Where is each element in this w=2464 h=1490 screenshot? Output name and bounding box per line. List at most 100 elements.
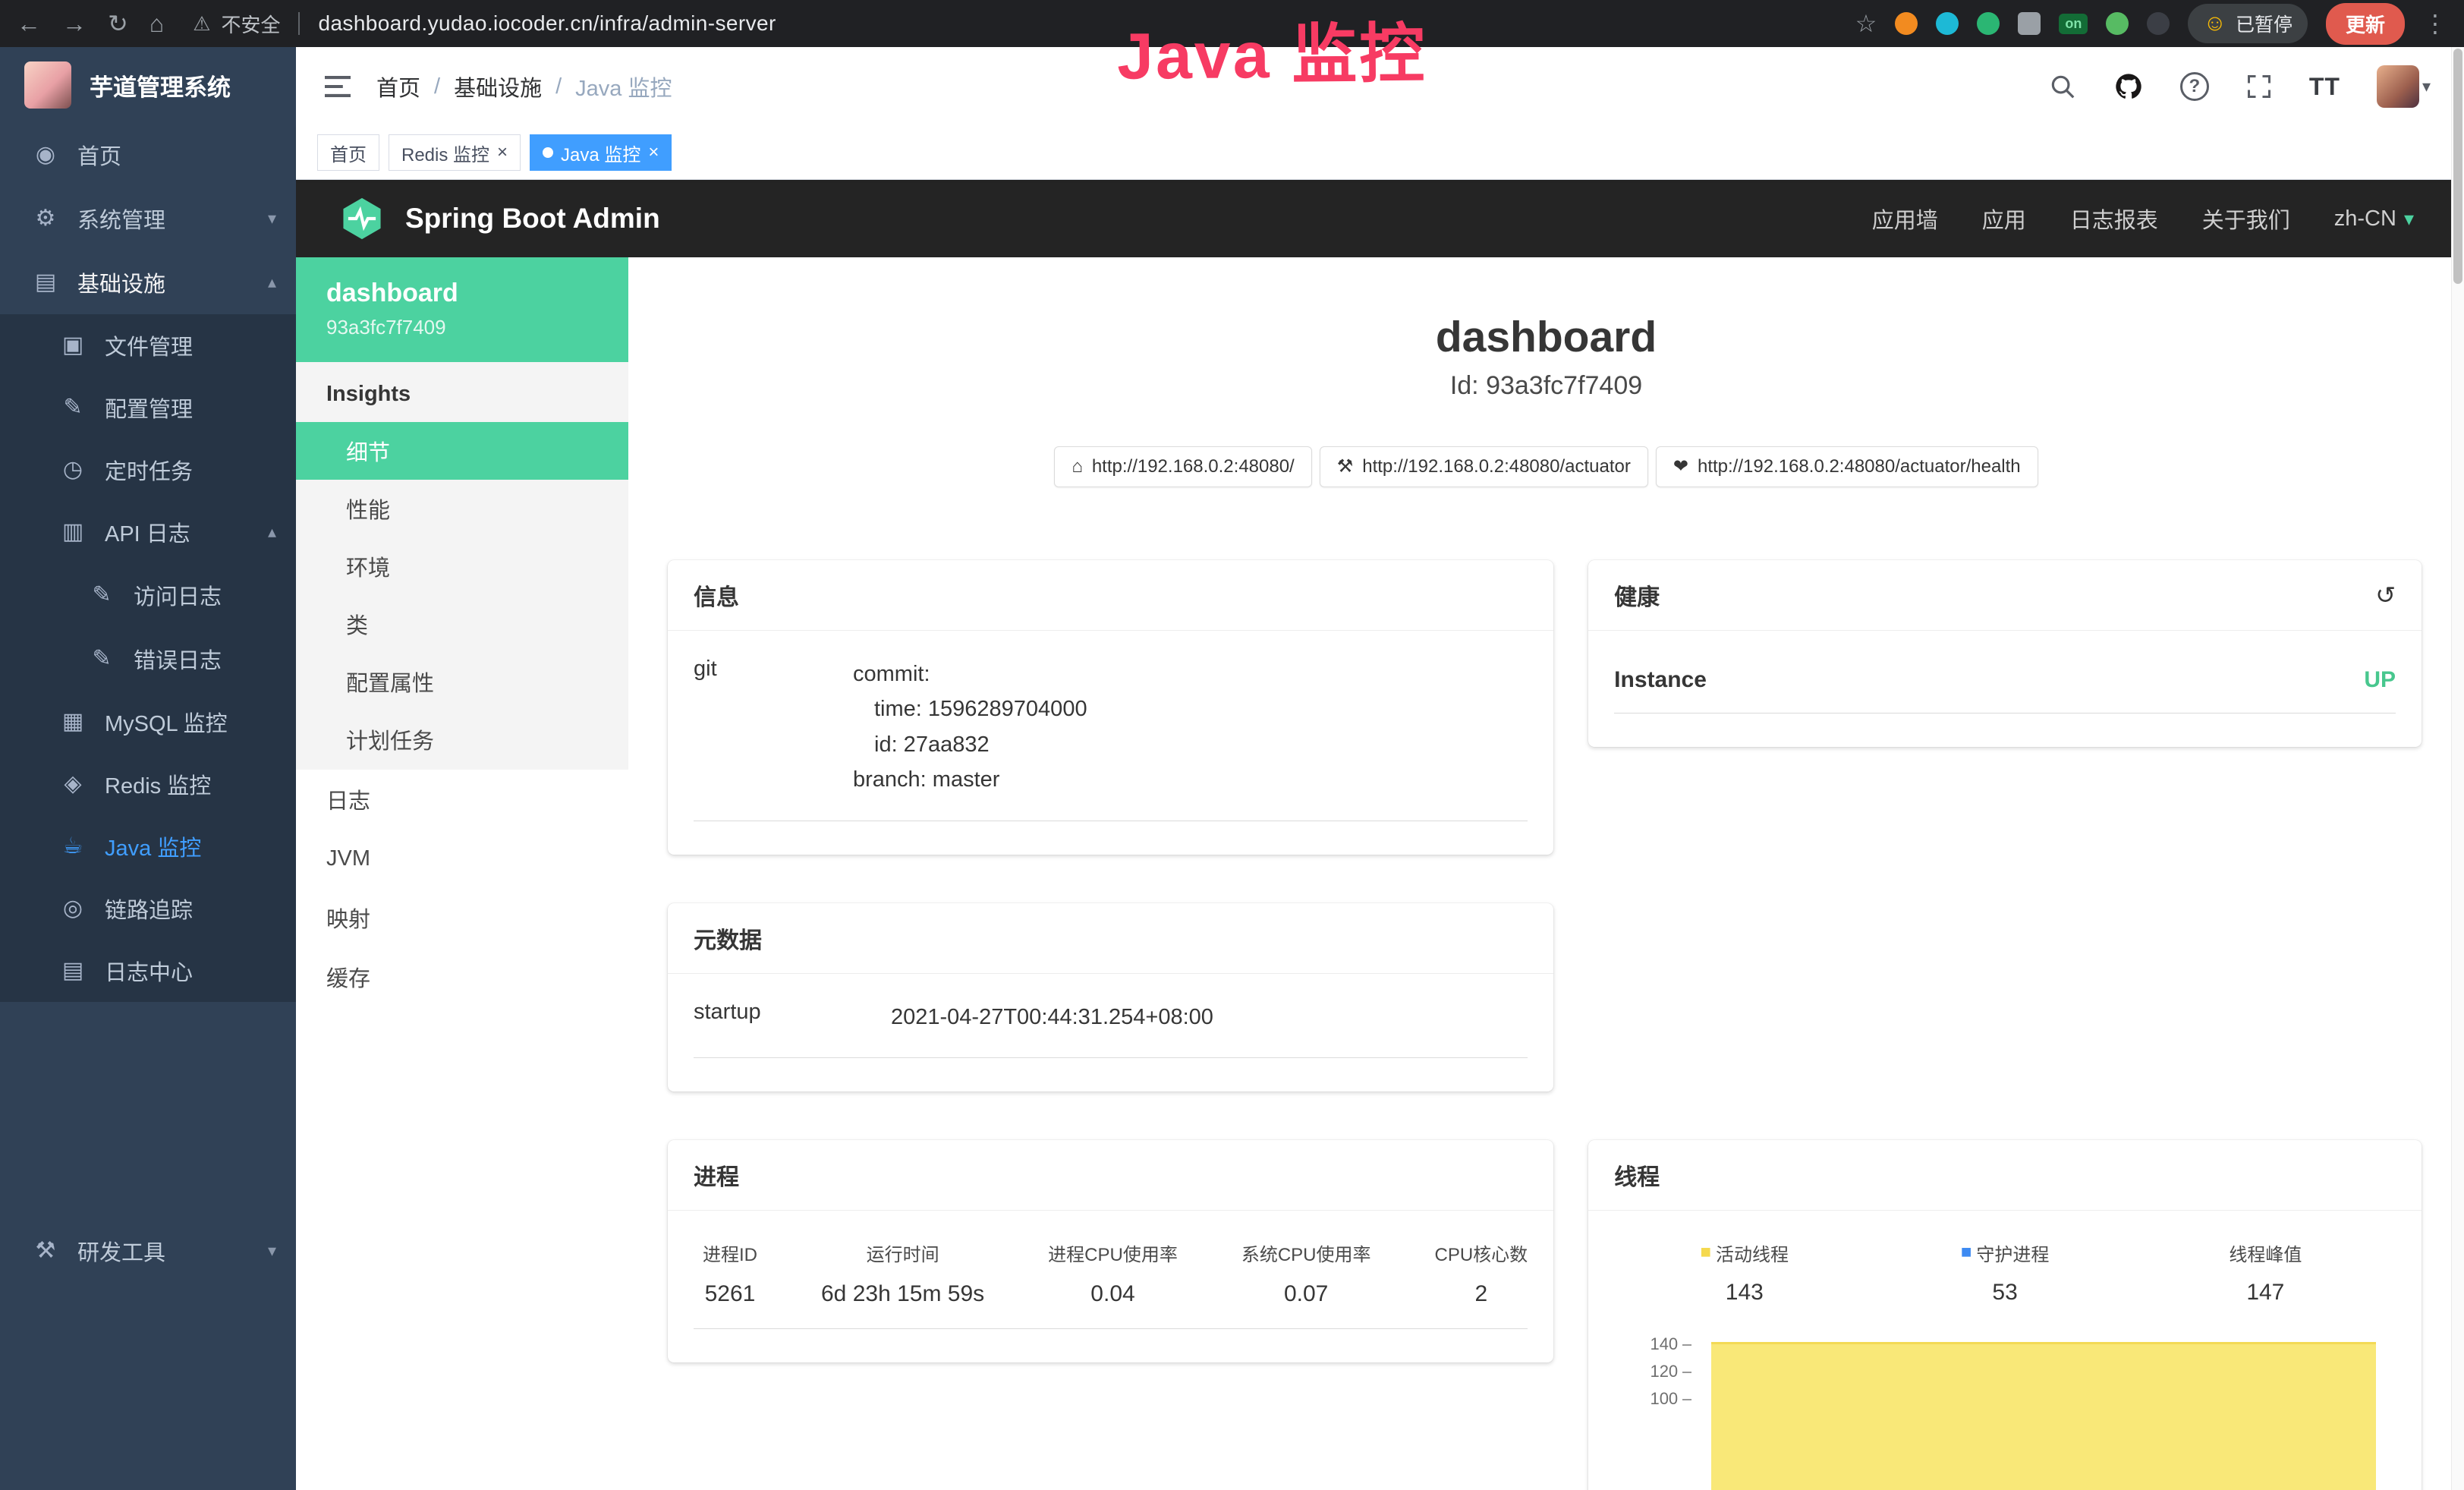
sidebar-item-scheduled-jobs[interactable]: ◷ 定时任务 — [0, 439, 296, 501]
address-bar[interactable]: ⚠ 不安全 dashboard.yudao.iocoder.cn/infra/a… — [193, 10, 776, 38]
service-url-button[interactable]: ⌂ http://192.168.0.2:48080/ — [1054, 446, 1311, 487]
legend-label: 活动线程 — [1716, 1240, 1789, 1266]
ext-pin-icon[interactable] — [2147, 12, 2170, 35]
scrollbar-thumb[interactable] — [2453, 49, 2462, 284]
sba-item-mappings[interactable]: 映射 — [296, 888, 628, 947]
sba-nav-applications[interactable]: 应用 — [1982, 203, 2026, 235]
tags-view: 首页 Redis 监控 × Java 监控 × — [296, 126, 2464, 180]
breadcrumb-separator: / — [434, 74, 440, 99]
admin-sidebar: 芋道管理系统 ◉ 首页 ⚙ 系统管理 ▾ ▤ 基础设施 ▴ ▣ 文件管理 — [0, 47, 296, 1490]
hamburger-icon[interactable] — [322, 74, 354, 99]
sba-sidebar: dashboard 93a3fc7f7409 Insights 细节 性能 环境… — [296, 257, 628, 1490]
sidebar-item-mysql-monitor[interactable]: ▦ MySQL 监控 — [0, 691, 296, 753]
sba-brand[interactable]: Spring Boot Admin — [338, 195, 660, 242]
insights-title: Insights — [296, 362, 628, 422]
ext-leaf-icon[interactable] — [2106, 12, 2129, 35]
card-title: 元数据 — [694, 921, 762, 955]
font-size-icon[interactable]: TT — [2309, 73, 2340, 101]
sba-nav-about[interactable]: 关于我们 — [2202, 203, 2290, 235]
paused-label: 已暂停 — [2236, 10, 2292, 37]
sba-item-caches[interactable]: 缓存 — [296, 947, 628, 1006]
legend-label: 线程峰值 — [2229, 1240, 2302, 1266]
sba-item-scheduled-tasks[interactable]: 计划任务 — [296, 710, 628, 768]
close-icon[interactable]: × — [648, 142, 659, 163]
forward-icon[interactable]: → — [62, 11, 87, 36]
tab-home[interactable]: 首页 — [317, 134, 379, 171]
sba-nav-journal[interactable]: 日志报表 — [2070, 203, 2158, 235]
sidebar-item-infra[interactable]: ▤ 基础设施 ▴ — [0, 250, 296, 314]
sidebar-item-file-manage[interactable]: ▣ 文件管理 — [0, 314, 296, 376]
info-key: git — [694, 657, 853, 798]
active-tab-dot — [543, 147, 553, 158]
ext-on-badge[interactable]: on — [2059, 14, 2088, 34]
dashboard-icon: ◉ — [32, 143, 59, 166]
sidebar-item-system[interactable]: ⚙ 系统管理 ▾ — [0, 187, 296, 250]
tab-java-monitor[interactable]: Java 监控 × — [530, 134, 672, 171]
ext-y-icon[interactable] — [1977, 12, 2000, 35]
health-url-label: http://192.168.0.2:48080/actuator/health — [1698, 456, 2021, 477]
locale-label: zh-CN — [2334, 206, 2396, 232]
help-icon[interactable]: ? — [2180, 72, 2209, 101]
sidebar-item-log-center[interactable]: ▤ 日志中心 — [0, 940, 296, 1002]
y-axis-tick: 120 — [1625, 1362, 1691, 1381]
infra-submenu: ▣ 文件管理 ✎ 配置管理 ◷ 定时任务 ▥ API 日志 ▴ ✎ — [0, 314, 296, 1002]
breadcrumb-home[interactable]: 首页 — [376, 71, 420, 102]
sidebar-item-redis-monitor[interactable]: ◈ Redis 监控 — [0, 753, 296, 815]
card-title: 线程 — [1614, 1158, 1660, 1192]
profile-paused-badge[interactable]: ☺ 已暂停 — [2188, 4, 2308, 43]
instance-header: dashboard 93a3fc7f7409 — [296, 257, 628, 362]
chrome-update-button[interactable]: 更新 — [2326, 3, 2405, 45]
screen: ← → ↻ ⌂ ⚠ 不安全 dashboard.yudao.iocoder.cn… — [0, 0, 2464, 1490]
ext-fox-icon[interactable] — [1895, 12, 1918, 35]
back-icon[interactable]: ← — [17, 11, 41, 36]
sba-item-environment[interactable]: 环境 — [296, 537, 628, 595]
sba-item-details[interactable]: 细节 — [296, 422, 628, 480]
git-branch: branch: master — [853, 762, 1528, 797]
actuator-url-button[interactable]: ⚒ http://192.168.0.2:48080/actuator — [1320, 446, 1648, 487]
sba-locale-select[interactable]: zh-CN ▾ — [2334, 206, 2414, 232]
legend-square-yellow-icon: ■ — [1701, 1243, 1712, 1262]
sidebar-item-api-log[interactable]: ▥ API 日志 ▴ — [0, 501, 296, 563]
sidebar-item-java-monitor[interactable]: ☕ Java 监控 — [0, 815, 296, 877]
close-icon[interactable]: × — [497, 142, 508, 163]
sidebar-item-home[interactable]: ◉ 首页 — [0, 123, 296, 187]
sidebar-item-label: Redis 监控 — [105, 768, 276, 800]
breadcrumb-infra[interactable]: 基础设施 — [454, 71, 542, 102]
log-center-icon: ▤ — [59, 959, 87, 982]
user-avatar[interactable] — [2377, 65, 2419, 108]
sidebar-item-config-manage[interactable]: ✎ 配置管理 — [0, 376, 296, 439]
status-badge: UP — [2364, 667, 2396, 693]
chevron-up-icon: ▴ — [268, 522, 276, 542]
tab-redis-monitor[interactable]: Redis 监控 × — [389, 134, 521, 171]
sidebar-item-trace[interactable]: ◎ 链路追踪 — [0, 877, 296, 940]
reload-icon[interactable]: ↻ — [108, 11, 128, 36]
redis-icon: ◈ — [59, 773, 87, 795]
fullscreen-icon[interactable] — [2245, 73, 2273, 100]
git-commit-id: id: 27aa832 — [853, 727, 1528, 762]
metadata-card: 元数据 startup 2021-04-27T00:44:31.254+08:0… — [668, 903, 1553, 1092]
history-icon[interactable]: ↺ — [2375, 583, 2396, 607]
process-value: 0.04 — [1090, 1281, 1134, 1307]
home-icon[interactable]: ⌂ — [149, 11, 164, 36]
url-text[interactable]: dashboard.yudao.iocoder.cn/infra/admin-s… — [318, 11, 776, 36]
sidebar-item-dev-tools[interactable]: ⚒ 研发工具 ▾ — [0, 1219, 296, 1283]
sba-item-metrics[interactable]: 性能 — [296, 480, 628, 537]
sidebar-item-error-log[interactable]: ✎ 错误日志 — [0, 627, 296, 691]
sba-item-logs[interactable]: 日志 — [296, 770, 628, 829]
tab-label: Redis 监控 — [401, 140, 489, 166]
sidebar-item-label: MySQL 监控 — [105, 706, 276, 738]
legend-label: 守护进程 — [1976, 1240, 2049, 1266]
ext-drop-icon[interactable] — [1936, 12, 1959, 35]
sba-item-jvm[interactable]: JVM — [296, 829, 628, 888]
sba-item-config-props[interactable]: 配置属性 — [296, 653, 628, 710]
bookmark-star-icon[interactable]: ☆ — [1855, 11, 1877, 36]
ext-grid-icon[interactable] — [2018, 12, 2041, 35]
chevron-down-icon: ▾ — [2404, 207, 2414, 231]
sba-item-classes[interactable]: 类 — [296, 595, 628, 653]
kebab-menu-icon[interactable]: ⋮ — [2423, 11, 2447, 36]
search-icon[interactable] — [2048, 72, 2077, 101]
github-icon[interactable] — [2113, 71, 2144, 102]
sba-nav-wall[interactable]: 应用墙 — [1872, 203, 1938, 235]
health-url-button[interactable]: ❤ http://192.168.0.2:48080/actuator/heal… — [1656, 446, 2038, 487]
sidebar-item-access-log[interactable]: ✎ 访问日志 — [0, 563, 296, 627]
